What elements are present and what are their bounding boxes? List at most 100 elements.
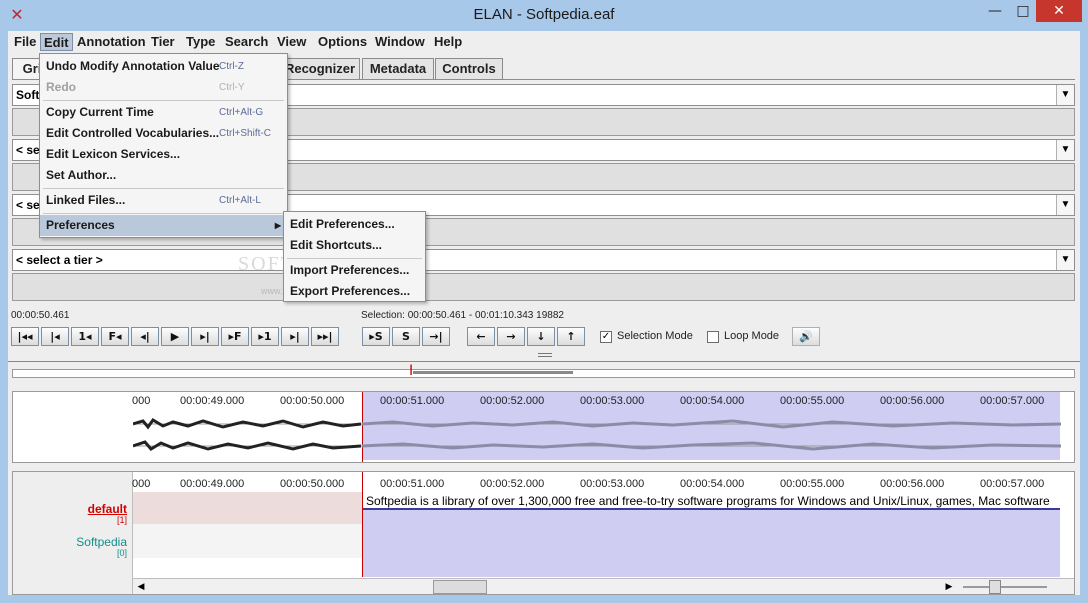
menu-item-set-author[interactable]: Set Author... (40, 165, 287, 186)
menu-item-lexicon-services[interactable]: Edit Lexicon Services... (40, 144, 287, 165)
submenu-arrow-icon: ▶ (274, 221, 281, 230)
close-button[interactable]: ✕ (1036, 0, 1082, 22)
ruler-tick-label: 00:00:55.000 (780, 478, 845, 490)
scrollbar-thumb[interactable] (433, 580, 487, 594)
zoom-slider-thumb[interactable] (989, 580, 1001, 594)
menu-item-export-preferences[interactable]: Export Preferences... (284, 281, 425, 302)
play-button[interactable]: ▶ (161, 327, 189, 346)
tier-row-softpedia-bg (133, 524, 362, 558)
go-to-end-button[interactable]: ▸▸| (311, 327, 339, 346)
waveform-ruler: 000 00:00:49.000 00:00:50.000 00:00:51.0… (132, 395, 1072, 409)
menu-item-edit-preferences[interactable]: Edit Preferences... (284, 214, 425, 235)
menu-tier[interactable]: Tier (148, 33, 178, 51)
previous-annotation-button[interactable]: ◂| (131, 327, 159, 346)
waveform-svg (133, 418, 1062, 451)
annotation-text: Softpedia is a library of over 1,300,000… (366, 494, 1050, 508)
tab-recognizer[interactable]: Recognizer (280, 58, 360, 79)
tier-label-default[interactable]: default (88, 502, 127, 516)
next-pixel-button[interactable]: ▸F (221, 327, 249, 346)
menu-item-preferences[interactable]: Preferences ▶ (40, 215, 287, 236)
arrow-left-icon[interactable]: ← (467, 327, 495, 346)
tier-select-2-value: < se (16, 143, 40, 157)
chevron-down-icon[interactable]: ▼ (1056, 250, 1074, 270)
ruler-tick-label: 00:00:52.000 (480, 395, 545, 407)
tier-field-4[interactable] (12, 273, 1075, 301)
menu-separator (43, 213, 284, 214)
tier-label-column: default [1] Softpedia [0] (13, 472, 133, 594)
maximize-button[interactable]: □ (1010, 0, 1036, 22)
arrow-right-icon[interactable]: → (497, 327, 525, 346)
menu-item-linked-label: Linked Files... (46, 193, 126, 207)
menu-item-controlled-vocabularies[interactable]: Edit Controlled Vocabularies... Ctrl+Shi… (40, 123, 287, 144)
timeline-ruler: 000 00:00:49.000 00:00:50.000 00:00:51.0… (132, 478, 1072, 492)
ruler-tick-label: 00:00:56.000 (880, 395, 945, 407)
previous-second-button[interactable]: 1◂ (71, 327, 99, 346)
menu-item-copy-shortcut: Ctrl+Alt-G (219, 107, 264, 118)
menu-separator (287, 258, 422, 259)
menu-item-copy-current-time[interactable]: Copy Current Time Ctrl+Alt-G (40, 102, 287, 123)
menu-item-redo-shortcut: Ctrl-Y (219, 82, 245, 93)
annotation-default[interactable]: Softpedia is a library of over 1,300,000… (362, 492, 1060, 510)
menu-item-author-label: Set Author... (46, 168, 117, 182)
go-to-begin-button[interactable]: |◂◂ (11, 327, 39, 346)
menu-item-redo[interactable]: Redo Ctrl-Y (40, 77, 287, 98)
current-time: 00:00:50.461 (11, 310, 70, 321)
minimize-button[interactable]: — (982, 0, 1008, 22)
menu-item-linked-files[interactable]: Linked Files... Ctrl+Alt-L (40, 190, 287, 211)
scroll-left-icon[interactable]: ◀ (135, 581, 147, 593)
menu-bar: File Edit Annotation Tier Type Search Vi… (8, 31, 1080, 53)
next-frame-button[interactable]: ▸| (281, 327, 309, 346)
ruler-tick-label: 000 (132, 395, 151, 407)
chevron-down-icon[interactable]: ▼ (1056, 140, 1074, 160)
selection-info: Selection: 00:00:50.461 - 00:01:10.343 1… (361, 310, 564, 321)
ruler-tick-label: 00:00:51.000 (380, 395, 445, 407)
client-area: File Edit Annotation Tier Type Search Vi… (8, 31, 1080, 595)
next-annotation-button[interactable]: ▸| (191, 327, 219, 346)
edit-menu-dropdown: Undo Modify Annotation Value Ctrl-Z Redo… (39, 53, 288, 238)
chevron-down-icon[interactable]: ▼ (1056, 195, 1074, 215)
tier-count-default: [1] (116, 515, 127, 525)
menu-type[interactable]: Type (183, 33, 218, 51)
menu-options[interactable]: Options (315, 33, 370, 51)
arrow-up-icon[interactable]: ↑ (557, 327, 585, 346)
tier-label-softpedia[interactable]: Softpedia (76, 535, 127, 549)
overview-bar[interactable]: I (12, 364, 1075, 378)
menu-edit[interactable]: Edit (40, 33, 73, 51)
menu-window[interactable]: Window (372, 33, 428, 51)
arrow-down-icon[interactable]: ↓ (527, 327, 555, 346)
scroll-right-icon[interactable]: ▶ (943, 581, 955, 593)
menu-item-import-preferences[interactable]: Import Preferences... (284, 260, 425, 281)
app-window: ✕ ELAN - Softpedia.eaf — □ ✕ File Edit A… (0, 0, 1088, 603)
menu-search[interactable]: Search (222, 33, 271, 51)
previous-pixel-button[interactable]: F◂ (101, 327, 129, 346)
menu-file[interactable]: File (11, 33, 39, 51)
play-selection-button[interactable]: ▸S (362, 327, 390, 346)
menu-item-undo[interactable]: Undo Modify Annotation Value Ctrl-Z (40, 56, 287, 77)
ruler-tick-label: 00:00:51.000 (380, 478, 445, 490)
timeline-scrollbar[interactable]: ◀ ▶ (133, 578, 1074, 594)
zoom-slider-track[interactable] (963, 586, 1047, 588)
speaker-icon[interactable]: 🔊 (792, 327, 820, 346)
selection-end-button[interactable]: →| (422, 327, 450, 346)
clear-selection-button[interactable]: S (392, 327, 420, 346)
waveform-gutter (13, 392, 133, 462)
chevron-down-icon[interactable]: ▼ (1056, 85, 1074, 105)
ruler-tick-label: 00:00:54.000 (680, 478, 745, 490)
previous-frame-button[interactable]: |◂ (41, 327, 69, 346)
window-title: ELAN - Softpedia.eaf (473, 6, 615, 23)
tier-select-4[interactable]: < select a tier > ▼ (12, 249, 1075, 271)
menu-item-undo-label: Undo Modify Annotation Value (46, 59, 220, 73)
next-second-button[interactable]: ▸1 (251, 327, 279, 346)
tab-metadata[interactable]: Metadata (362, 58, 434, 79)
selection-mode-checkbox[interactable]: ✓ (600, 331, 612, 343)
menu-help[interactable]: Help (431, 33, 465, 51)
menu-view[interactable]: View (274, 33, 309, 51)
tab-controls[interactable]: Controls (435, 58, 503, 79)
menu-item-lexicon-label: Edit Lexicon Services... (46, 147, 181, 161)
menu-item-cv-label: Edit Controlled Vocabularies... (46, 126, 220, 140)
menu-annotation[interactable]: Annotation (74, 33, 149, 51)
menu-item-edit-shortcuts[interactable]: Edit Shortcuts... (284, 235, 425, 256)
crosshair-cursor-icon: I (409, 363, 414, 379)
splitter-handle[interactable] (538, 353, 552, 357)
loop-mode-checkbox[interactable] (707, 331, 719, 343)
